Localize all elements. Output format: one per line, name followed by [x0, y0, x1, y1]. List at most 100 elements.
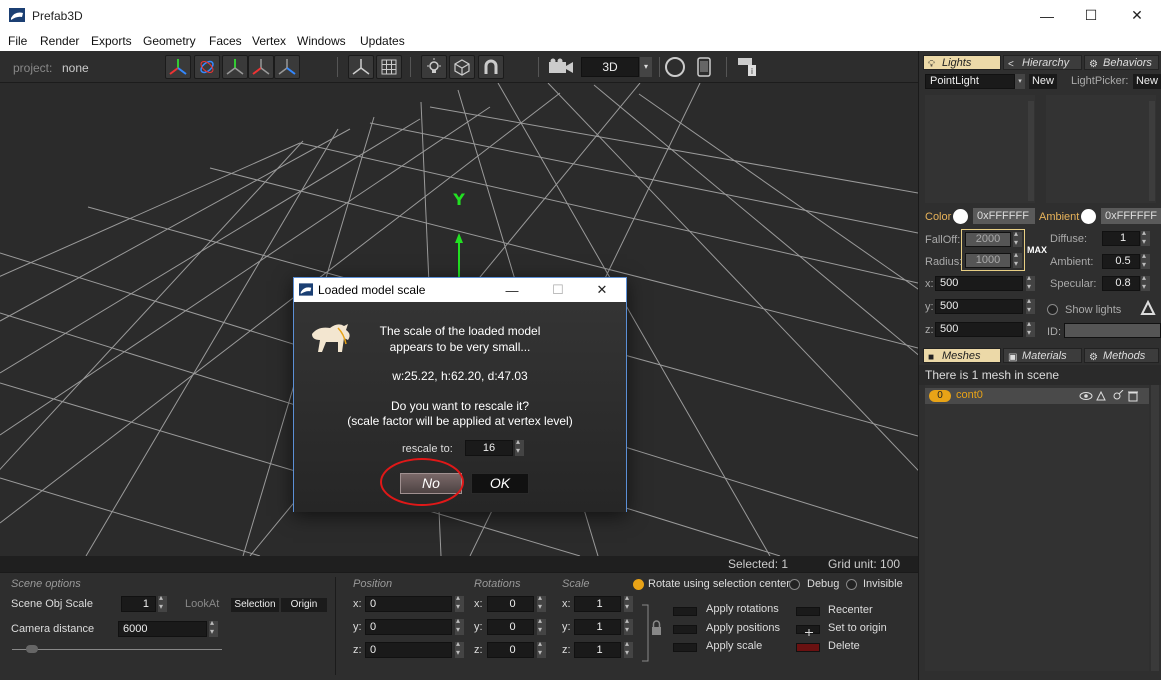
position-x-stepper[interactable] — [455, 593, 464, 612]
rotation-x-stepper[interactable] — [537, 593, 546, 612]
specular-stepper[interactable] — [1141, 273, 1150, 291]
falloff-stepper[interactable] — [1013, 229, 1022, 247]
menu-render[interactable]: Render — [40, 34, 79, 48]
recenter-label[interactable]: Recenter — [828, 604, 873, 616]
delete-button[interactable] — [796, 643, 820, 652]
camera-slider-handle[interactable] — [26, 645, 38, 653]
ok-button[interactable]: OK — [471, 473, 529, 494]
axes-view-button[interactable] — [348, 55, 374, 79]
light-z-input[interactable]: 500 — [935, 322, 1023, 337]
maximize-button[interactable]: ☐ — [1068, 0, 1114, 31]
sphere-render-button[interactable] — [663, 56, 687, 78]
max-label[interactable]: MAX — [1027, 245, 1047, 255]
axis-x-button[interactable] — [248, 55, 274, 79]
mesh-name[interactable]: cont0 — [956, 389, 983, 401]
scale-x-input[interactable]: 1 — [574, 596, 621, 612]
light-list[interactable] — [925, 95, 1035, 203]
mesh-list[interactable] — [925, 385, 1149, 671]
scale-z-input[interactable]: 1 — [574, 642, 621, 658]
axis-gizmo-button[interactable] — [165, 55, 191, 79]
close-button[interactable]: ✕ — [1114, 0, 1160, 31]
rotate-center-radio[interactable] — [633, 579, 644, 590]
ambient-stepper[interactable] — [1141, 251, 1150, 269]
dialog-minimize-button[interactable]: — — [490, 278, 534, 302]
lookat-origin-button[interactable]: Origin — [281, 598, 327, 612]
camera-distance-stepper[interactable] — [209, 618, 218, 637]
tab-hierarchy[interactable]: < Hierarchy — [1003, 55, 1082, 70]
minimize-button[interactable]: — — [1024, 0, 1070, 31]
diffuse-stepper[interactable] — [1141, 228, 1150, 246]
rescale-input[interactable]: 16 — [465, 440, 513, 456]
rotation-z-stepper[interactable] — [537, 639, 546, 658]
delete-label[interactable]: Delete — [828, 640, 860, 652]
menu-file[interactable]: File — [8, 34, 27, 48]
apply-positions-label[interactable]: Apply positions — [706, 622, 780, 634]
grid-toggle-button[interactable] — [376, 55, 402, 79]
view-mode-select[interactable]: 3D — [581, 57, 639, 77]
camera-button[interactable] — [548, 58, 574, 76]
rescale-stepper[interactable] — [515, 437, 524, 456]
axis-z-button[interactable] — [274, 55, 300, 79]
rotation-x-input[interactable]: 0 — [487, 596, 534, 612]
id-input[interactable] — [1064, 323, 1161, 338]
scale-y-stepper[interactable] — [624, 616, 633, 635]
rotate-gizmo-button[interactable] — [194, 55, 220, 79]
rotation-y-input[interactable]: 0 — [487, 619, 534, 635]
light-z-stepper[interactable] — [1026, 319, 1035, 337]
lightpicker-list[interactable] — [1046, 95, 1156, 203]
radius-stepper[interactable] — [1013, 250, 1022, 268]
rotation-z-input[interactable]: 0 — [487, 642, 534, 658]
device-preview-button[interactable] — [692, 56, 716, 78]
ambient-hex-input[interactable]: 0xFFFFFF — [1101, 208, 1161, 224]
color-swatch[interactable] — [953, 209, 968, 224]
light-list-scrollbar[interactable] — [1028, 101, 1034, 201]
new-lightpicker-button[interactable]: New — [1133, 74, 1161, 89]
lookat-selection-button[interactable]: Selection — [231, 598, 279, 612]
light-y-input[interactable]: 500 — [935, 299, 1023, 314]
position-z-stepper[interactable] — [455, 639, 464, 658]
scene-obj-scale-stepper[interactable] — [158, 593, 167, 612]
scale-z-stepper[interactable] — [624, 639, 633, 658]
menu-windows[interactable]: Windows — [297, 34, 346, 48]
debug-radio[interactable] — [789, 579, 800, 590]
light-bulb-button[interactable] — [421, 55, 447, 79]
position-y-stepper[interactable] — [455, 616, 464, 635]
tab-materials[interactable]: ▣ Materials — [1003, 348, 1082, 363]
apply-rotations-label[interactable]: Apply rotations — [706, 603, 779, 615]
position-x-input[interactable]: 0 — [365, 596, 452, 612]
scale-y-input[interactable]: 1 — [574, 619, 621, 635]
menu-vertex[interactable]: Vertex — [252, 34, 286, 48]
triangle-logo-icon[interactable] — [1140, 300, 1156, 316]
scale-x-stepper[interactable] — [624, 593, 633, 612]
light-type-select[interactable]: PointLight — [925, 74, 1015, 89]
falloff-input[interactable]: 2000 — [965, 232, 1011, 247]
set-to-origin-label[interactable]: Set to origin — [828, 622, 887, 634]
scene-obj-scale-input[interactable]: 1 — [121, 596, 156, 612]
position-y-input[interactable]: 0 — [365, 619, 452, 635]
axis-y-button[interactable] — [222, 55, 248, 79]
menu-exports[interactable]: Exports — [91, 34, 132, 48]
set-to-origin-button[interactable] — [796, 625, 820, 636]
rotation-y-stepper[interactable] — [537, 616, 546, 635]
dialog-close-button[interactable]: ✕ — [580, 278, 624, 302]
apply-scale-button[interactable] — [673, 643, 697, 652]
apply-rotations-button[interactable] — [673, 607, 697, 616]
light-x-input[interactable]: 500 — [935, 276, 1023, 291]
color-hex-input[interactable]: 0xFFFFFF — [973, 208, 1035, 224]
show-lights-radio[interactable] — [1047, 304, 1058, 315]
invisible-radio[interactable] — [846, 579, 857, 590]
lightpicker-list-scrollbar[interactable] — [1149, 101, 1155, 201]
camera-distance-input[interactable]: 6000 — [118, 621, 207, 637]
tab-methods[interactable]: ⚙ Methods — [1084, 348, 1159, 363]
tab-behaviors[interactable]: ⚙ Behaviors — [1084, 55, 1159, 70]
info-button[interactable]: i — [736, 56, 758, 78]
magnet-button[interactable] — [478, 55, 504, 79]
menu-faces[interactable]: Faces — [209, 34, 242, 48]
view-mode-dropdown-icon[interactable]: ▾ — [640, 57, 652, 77]
mesh-list-scrollbar[interactable] — [1151, 385, 1159, 671]
recenter-button[interactable] — [796, 607, 820, 616]
menu-updates[interactable]: Updates — [360, 34, 405, 48]
light-x-stepper[interactable] — [1026, 273, 1035, 291]
menu-geometry[interactable]: Geometry — [143, 34, 196, 48]
tab-lights[interactable]: 💡︎ Lights — [923, 55, 1001, 70]
